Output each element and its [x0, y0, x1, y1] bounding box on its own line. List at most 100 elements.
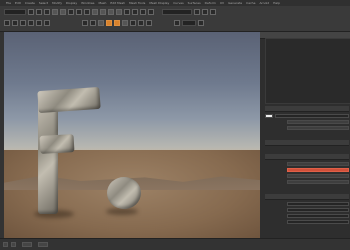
attr-field[interactable] — [287, 201, 349, 206]
attr-row — [265, 161, 349, 166]
exposure-field[interactable] — [182, 20, 196, 26]
menu-item-uv[interactable]: UV — [220, 1, 224, 5]
color-swatch[interactable] — [265, 113, 273, 118]
shadows-icon[interactable] — [130, 20, 136, 26]
camera-icon[interactable] — [82, 20, 88, 26]
range-field[interactable] — [22, 242, 32, 247]
lighting-icon[interactable] — [122, 20, 128, 26]
save-scene-icon[interactable] — [44, 9, 50, 15]
properties-section — [265, 154, 349, 184]
attr-row — [265, 167, 349, 172]
new-scene-icon[interactable] — [28, 9, 34, 15]
attr-field[interactable] — [287, 207, 349, 212]
menu-item-select[interactable]: Select — [39, 1, 48, 5]
menu-item-edit-mesh[interactable]: Edit Mesh — [110, 1, 125, 5]
attr-field[interactable] — [287, 179, 349, 184]
rock-sphere[interactable] — [107, 177, 141, 209]
menu-item-file[interactable]: File — [6, 1, 11, 5]
play-forward-icon[interactable] — [11, 242, 16, 247]
history-icon[interactable] — [124, 9, 130, 15]
attr-field[interactable] — [287, 161, 349, 166]
menu-item-cache[interactable]: Cache — [246, 1, 255, 5]
mode-selector[interactable] — [4, 9, 26, 15]
highlighted-attr-field[interactable] — [287, 167, 349, 172]
attr-field[interactable] — [287, 219, 349, 224]
menu-item-modify[interactable]: Modify — [52, 1, 62, 5]
render-frame-icon[interactable] — [132, 9, 138, 15]
grid-toggle-icon[interactable] — [90, 20, 96, 26]
ipr-render-icon[interactable] — [140, 9, 146, 15]
menu-item-mesh-tools[interactable]: Mesh Tools — [129, 1, 145, 5]
paint-select-icon[interactable] — [20, 20, 26, 26]
menu-item-mesh[interactable]: Mesh — [99, 1, 107, 5]
section-header[interactable] — [265, 194, 349, 200]
menu-item-create[interactable]: Create — [25, 1, 35, 5]
section-header[interactable] — [265, 140, 349, 146]
attr-row — [265, 125, 349, 130]
menu-item-mesh-display[interactable]: Mesh Display — [149, 1, 169, 5]
menu-item-surfaces[interactable]: Surfaces — [188, 1, 201, 5]
attribute-panel — [260, 32, 350, 238]
attr-field[interactable] — [287, 119, 349, 124]
color-management-icon[interactable] — [198, 20, 204, 26]
snap-curve-icon[interactable] — [100, 9, 106, 15]
select-hierarchy-icon[interactable] — [68, 9, 74, 15]
toolbar — [0, 6, 350, 32]
toggle-attribute-icon[interactable] — [202, 9, 208, 15]
3d-viewport[interactable] — [4, 32, 260, 238]
menu-item-help[interactable]: Help — [273, 1, 280, 5]
xray-icon[interactable] — [146, 20, 152, 26]
section-header[interactable] — [265, 154, 349, 160]
list-item[interactable] — [266, 55, 350, 59]
panel-tabs — [260, 238, 350, 250]
snap-view-icon[interactable] — [116, 9, 122, 15]
toggle-channel-icon[interactable] — [210, 9, 216, 15]
swatch-row — [265, 113, 349, 118]
gamma-icon[interactable] — [174, 20, 180, 26]
section-header[interactable] — [265, 106, 349, 112]
swatch-slider[interactable] — [275, 113, 349, 118]
scale-tool-icon[interactable] — [44, 20, 50, 26]
attr-field[interactable] — [287, 125, 349, 130]
menu-item-deform[interactable]: Deform — [205, 1, 216, 5]
menu-item-curves[interactable]: Curves — [173, 1, 183, 5]
attr-row — [265, 201, 349, 206]
rock-letter-mid-bar[interactable] — [39, 134, 75, 154]
search-field[interactable] — [162, 9, 192, 15]
menu-item-edit[interactable]: Edit — [15, 1, 21, 5]
menu-item-generate[interactable]: Generate — [228, 1, 242, 5]
render-settings-icon[interactable] — [148, 9, 154, 15]
open-scene-icon[interactable] — [36, 9, 42, 15]
select-object-icon[interactable] — [76, 9, 82, 15]
attr-field[interactable] — [287, 173, 349, 178]
move-tool-icon[interactable] — [28, 20, 34, 26]
shading-smooth-icon[interactable] — [106, 20, 112, 26]
select-component-icon[interactable] — [84, 9, 90, 15]
snap-point-icon[interactable] — [108, 9, 114, 15]
sphere-shadow — [106, 208, 138, 215]
menu-item-windows[interactable]: Windows — [81, 1, 94, 5]
attr-row — [265, 173, 349, 178]
menu-item-display[interactable]: Display — [66, 1, 77, 5]
redo-icon[interactable] — [60, 9, 66, 15]
toggle-panel-icon[interactable] — [194, 9, 200, 15]
fps-field[interactable] — [38, 242, 48, 247]
snap-grid-icon[interactable] — [92, 9, 98, 15]
toolbar-row-bottom — [4, 20, 204, 26]
outliner-list[interactable] — [265, 38, 350, 104]
menu-item-arnold[interactable]: Arnold — [259, 1, 269, 5]
play-back-icon[interactable] — [3, 242, 8, 247]
attr-field[interactable] — [287, 213, 349, 218]
select-tool-icon[interactable] — [4, 20, 10, 26]
textured-icon[interactable] — [114, 20, 120, 26]
rotate-tool-icon[interactable] — [36, 20, 42, 26]
rock-letter-top-bar[interactable] — [37, 86, 101, 114]
isolate-icon[interactable] — [138, 20, 144, 26]
shading-wire-icon[interactable] — [98, 20, 104, 26]
attr-row — [265, 219, 349, 224]
tab-strip — [265, 140, 349, 146]
attr-row — [265, 119, 349, 124]
swatch-section — [265, 106, 349, 130]
undo-icon[interactable] — [52, 9, 58, 15]
lasso-tool-icon[interactable] — [12, 20, 18, 26]
